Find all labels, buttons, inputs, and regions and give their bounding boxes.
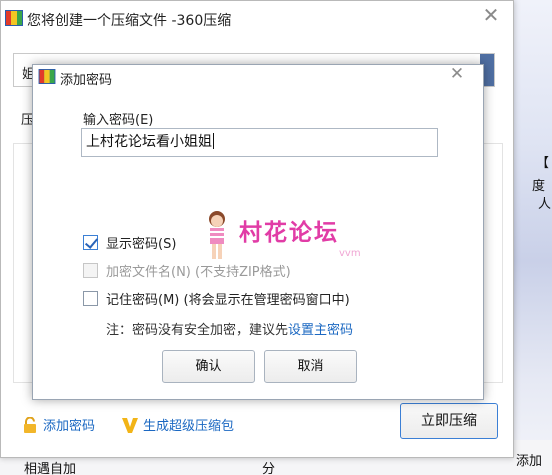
background-text: 【 xyxy=(536,156,550,171)
main-title-bar: 您将创建一个压缩文件 -360压缩 ✕ xyxy=(1,1,513,35)
archive-icon xyxy=(5,10,23,26)
background-text: 人 xyxy=(538,197,552,212)
archive-icon xyxy=(38,69,56,84)
watermark-logo: 村花论坛 xyxy=(201,209,339,263)
background-text: 度 xyxy=(532,179,546,194)
main-window-title: 您将创建一个压缩文件 -360压缩 xyxy=(27,13,232,29)
close-icon[interactable]: ✕ xyxy=(479,5,503,27)
confirm-button[interactable]: 确认 xyxy=(162,350,255,383)
lock-icon xyxy=(24,416,36,433)
super-package-link[interactable]: 生成超级压缩包 xyxy=(121,415,234,434)
add-password-label: 添加密码 xyxy=(43,419,96,434)
show-password-checkbox[interactable] xyxy=(83,235,98,250)
background-text: 添加 xyxy=(516,454,543,469)
girl-mascot-icon xyxy=(209,211,225,259)
add-password-link[interactable]: 添加密码 xyxy=(23,415,95,434)
v-badge-icon xyxy=(122,417,138,433)
dialog-title-bar: 添加密码 ✕ xyxy=(33,65,483,88)
add-password-dialog: 添加密码 ✕ 输入密码(E) 上村花论坛看小姐姐 村花论坛 vvm 显示密码(S… xyxy=(32,64,484,400)
close-icon[interactable]: ✕ xyxy=(447,65,467,83)
remember-password-label: 记住密码(M) (将会显示在管理密码窗口中) xyxy=(106,293,350,308)
dialog-title: 添加密码 xyxy=(60,73,113,88)
remember-password-checkbox[interactable] xyxy=(83,291,98,306)
password-value: 上村花论坛看小姐姐 xyxy=(86,134,212,150)
encrypt-filename-label: 加密文件名(N) (不支持ZIP格式) xyxy=(106,265,291,280)
background-artwork xyxy=(512,0,552,475)
partial-background-text: 分 xyxy=(262,462,276,475)
remember-password-option[interactable]: 记住密码(M) (将会显示在管理密码窗口中) xyxy=(83,289,350,308)
note-text: 注：密码没有安全加密，建议先 xyxy=(106,323,289,338)
show-password-option[interactable]: 显示密码(S) xyxy=(83,233,176,252)
password-input[interactable]: 上村花论坛看小姐姐 xyxy=(81,128,438,157)
partial-background-text: 相遇自加 xyxy=(24,462,77,475)
set-master-password-link[interactable]: 设置主密码 xyxy=(288,323,353,338)
watermark-subtext: vvm xyxy=(339,248,361,259)
super-package-label: 生成超级压缩包 xyxy=(143,419,235,434)
cancel-button[interactable]: 取消 xyxy=(264,350,357,383)
security-note: 注：密码没有安全加密，建议先设置主密码 xyxy=(106,319,353,338)
compress-now-button[interactable]: 立即压缩 xyxy=(400,403,498,439)
text-caret xyxy=(213,133,214,149)
watermark-text: 村花论坛 xyxy=(239,220,339,246)
password-label: 输入密码(E) xyxy=(83,113,154,128)
encrypt-filename-option: 加密文件名(N) (不支持ZIP格式) xyxy=(83,261,291,280)
show-password-label: 显示密码(S) xyxy=(106,237,177,252)
encrypt-filename-checkbox xyxy=(83,263,98,278)
